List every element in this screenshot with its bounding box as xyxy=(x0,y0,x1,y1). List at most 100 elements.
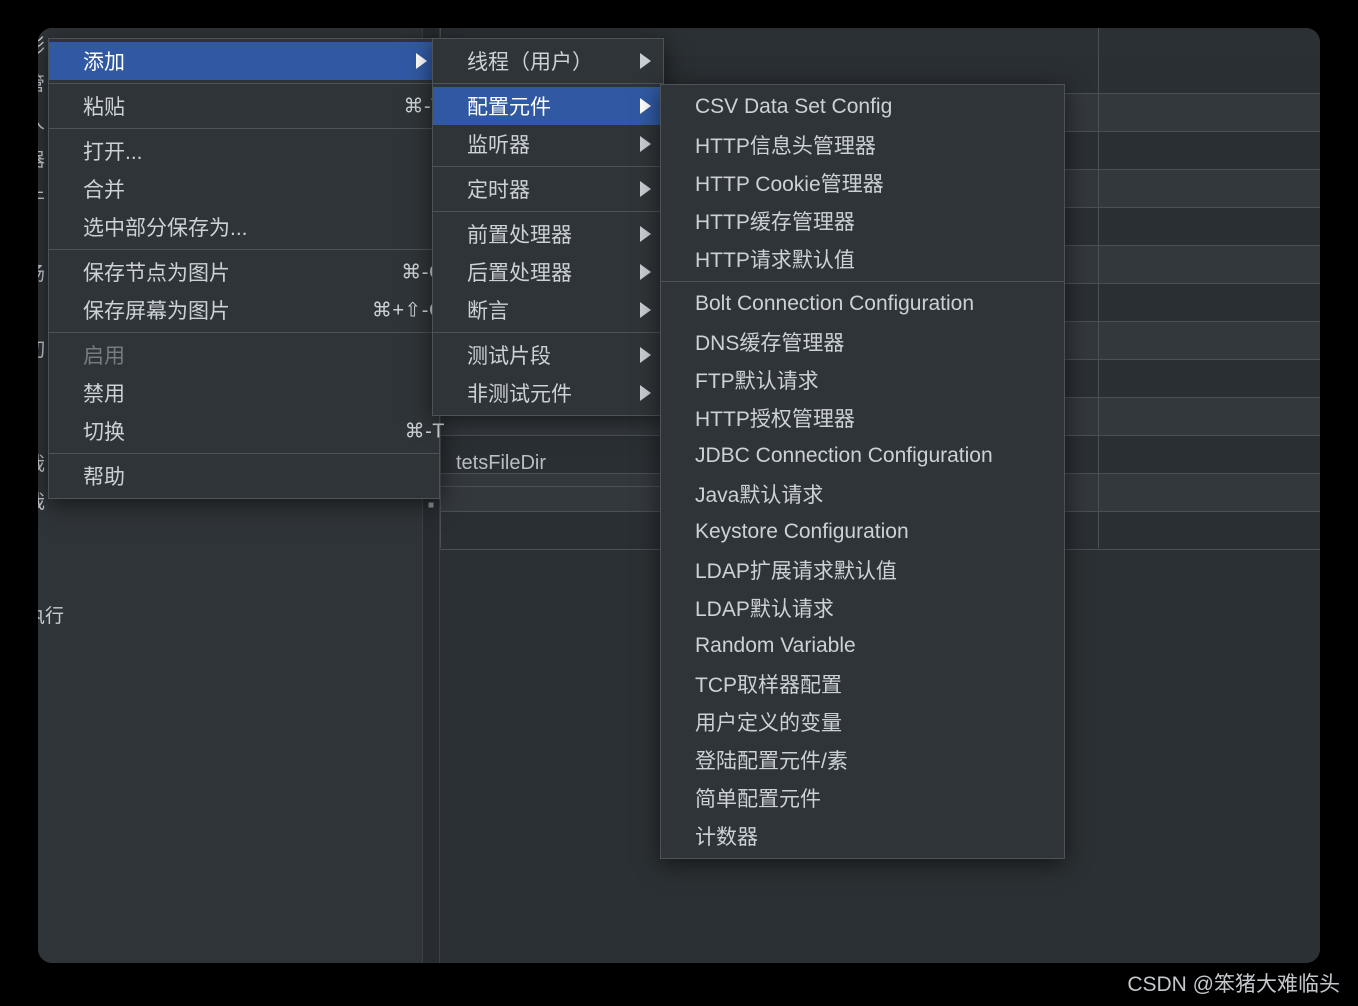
config-submenu-item[interactable]: LDAP默认请求 xyxy=(661,589,1064,627)
context-menu-item-label: 切换 xyxy=(83,421,125,444)
tree-row[interactable] xyxy=(38,674,422,712)
config-submenu-item[interactable]: LDAP扩展请求默认值 xyxy=(661,551,1064,589)
context-menu-item-label: 选中部分保存为... xyxy=(83,217,248,240)
config-submenu-item-label: TCP取样器配置 xyxy=(695,674,842,697)
context-menu-item[interactable]: 添加 xyxy=(49,42,439,80)
add-submenu-item[interactable]: 断言 xyxy=(433,291,663,329)
tree-row-label: 汤 xyxy=(38,256,45,294)
tree-row-label: 切 xyxy=(38,332,45,370)
config-submenu-item[interactable]: 用户定义的变量 xyxy=(661,703,1064,741)
config-submenu-item-label: JDBC Connection Configuration xyxy=(695,444,993,467)
config-submenu-item-label: 登陆配置元件/素 xyxy=(695,750,848,773)
chevron-right-icon xyxy=(640,385,651,401)
context-menu[interactable]: 添加 粘贴 ⌘-V 打开... 合并 选中部分保存为... 保存节点为图片 ⌘-G 保存屏幕为图… xyxy=(48,38,445,499)
config-submenu-item[interactable]: HTTP Cookie管理器 xyxy=(661,164,1064,202)
chevron-right-icon xyxy=(640,98,651,114)
config-submenu-item[interactable]: JDBC Connection Configuration xyxy=(661,437,1064,475)
tree-row[interactable] xyxy=(38,636,422,674)
add-submenu-separator xyxy=(433,332,663,333)
config-submenu-item[interactable]: HTTP授权管理器 xyxy=(661,399,1064,437)
context-menu-item[interactable]: 打开... xyxy=(49,132,439,170)
add-submenu[interactable]: 线程（用户） 配置元件监听器定时器前置处理器后置处理器断言测试片段非测试元件 xyxy=(432,38,664,416)
context-menu-separator xyxy=(49,453,439,454)
config-submenu-item-label: 简单配置元件 xyxy=(695,788,821,811)
config-submenu-item-label: DNS缓存管理器 xyxy=(695,332,845,355)
config-submenu-item-label: LDAP扩展请求默认值 xyxy=(695,560,897,583)
context-menu-item[interactable]: 保存节点为图片 ⌘-G xyxy=(49,253,445,291)
context-menu-item[interactable]: 选中部分保存为... xyxy=(49,208,439,246)
add-submenu-item-label: 后置处理器 xyxy=(467,262,572,285)
config-submenu-item-label: HTTP Cookie管理器 xyxy=(695,173,884,196)
context-menu-item-label: 打开... xyxy=(83,141,143,164)
add-submenu-item[interactable]: 非测试元件 xyxy=(433,374,663,412)
chevron-right-icon xyxy=(640,264,651,280)
context-menu-item-label: 帮助 xyxy=(83,466,125,489)
config-submenu-item-label: FTP默认请求 xyxy=(695,370,819,393)
tree-row[interactable]: 执行 xyxy=(38,598,422,636)
config-submenu-item-label: HTTP请求默认值 xyxy=(695,249,855,272)
context-menu-item[interactable]: 帮助 xyxy=(49,457,439,495)
add-submenu-item-label: 线程（用户） xyxy=(467,51,593,74)
context-menu-item[interactable]: 切换 ⌘-T xyxy=(49,412,444,450)
config-submenu-item[interactable]: 登陆配置元件/素 xyxy=(661,741,1064,779)
context-menu-item-label: 合并 xyxy=(83,179,125,202)
add-submenu-item-label: 非测试元件 xyxy=(467,383,572,406)
context-menu-item-label: 保存节点为图片 xyxy=(83,262,230,285)
config-submenu-item[interactable]: CSV Data Set Config xyxy=(661,88,1064,126)
config-submenu-item[interactable]: 简单配置元件 xyxy=(661,779,1064,817)
context-menu-item-label: 禁用 xyxy=(83,383,125,406)
config-submenu-item[interactable]: DNS缓存管理器 xyxy=(661,323,1064,361)
add-submenu-item-label: 测试片段 xyxy=(467,345,551,368)
context-menu-item-label: 启用 xyxy=(83,345,125,368)
config-submenu-item-label: 计数器 xyxy=(695,826,758,849)
config-submenu-item-label: HTTP授权管理器 xyxy=(695,408,855,431)
chevron-right-icon xyxy=(640,226,651,242)
context-menu-item-shortcut: ⌘-T xyxy=(404,420,445,443)
tree-row-label: 影 xyxy=(38,28,45,66)
config-submenu-item[interactable]: Java默认请求 xyxy=(661,475,1064,513)
context-menu-item[interactable]: 禁用 xyxy=(49,374,439,412)
add-submenu-item-label: 配置元件 xyxy=(467,96,551,119)
config-submenu-item[interactable]: HTTP信息头管理器 xyxy=(661,126,1064,164)
context-menu-separator xyxy=(49,83,439,84)
context-menu-item[interactable]: 保存屏幕为图片 ⌘+⇧-G xyxy=(49,291,444,329)
tree-row[interactable] xyxy=(38,522,422,560)
chevron-right-icon xyxy=(640,347,651,363)
add-submenu-item-label: 断言 xyxy=(467,300,509,323)
chevron-right-icon xyxy=(416,53,427,69)
add-submenu-item[interactable]: 前置处理器 xyxy=(433,215,663,253)
add-submenu-item[interactable]: 测试片段 xyxy=(433,336,663,374)
config-submenu-item[interactable]: Bolt Connection Configuration xyxy=(661,285,1064,323)
config-submenu-item-label: Java默认请求 xyxy=(695,484,824,507)
chevron-right-icon xyxy=(640,302,651,318)
add-submenu-item[interactable]: 线程（用户） xyxy=(433,42,663,80)
context-menu-item[interactable]: 合并 xyxy=(49,170,439,208)
config-submenu-item[interactable]: HTTP请求默认值 xyxy=(661,240,1064,278)
tree-row[interactable] xyxy=(38,712,422,750)
tree-row[interactable] xyxy=(38,560,422,598)
chevron-right-icon xyxy=(640,181,651,197)
config-submenu-item[interactable]: FTP默认请求 xyxy=(661,361,1064,399)
add-submenu-item-label: 监听器 xyxy=(467,134,530,157)
config-submenu-item-label: CSV Data Set Config xyxy=(695,95,893,118)
add-submenu-item[interactable]: 后置处理器 xyxy=(433,253,663,291)
chevron-right-icon xyxy=(640,53,651,69)
add-submenu-item[interactable]: 配置元件 xyxy=(433,87,663,125)
config-submenu-item[interactable]: Keystore Configuration xyxy=(661,513,1064,551)
add-submenu-item-label: 前置处理器 xyxy=(467,224,572,247)
context-menu-item-label: 保存屏幕为图片 xyxy=(83,300,230,323)
chevron-right-icon xyxy=(640,136,651,152)
config-submenu-item[interactable]: TCP取样器配置 xyxy=(661,665,1064,703)
config-submenu-separator xyxy=(661,281,1064,282)
config-submenu-item[interactable]: Random Variable xyxy=(661,627,1064,665)
add-submenu-item[interactable]: 监听器 xyxy=(433,125,663,163)
config-element-submenu[interactable]: CSV Data Set Config HTTP信息头管理器 HTTP Cookie… xyxy=(660,84,1065,859)
config-submenu-item[interactable]: HTTP缓存管理器 xyxy=(661,202,1064,240)
config-submenu-item-label: Bolt Connection Configuration xyxy=(695,292,975,315)
add-submenu-item[interactable]: 定时器 xyxy=(433,170,663,208)
context-menu-item: 启用 xyxy=(49,336,439,374)
config-submenu-item[interactable]: 计数器 xyxy=(661,817,1064,855)
tree-row-label: 执行 xyxy=(38,606,65,627)
config-submenu-item-label: LDAP默认请求 xyxy=(695,598,834,621)
context-menu-item[interactable]: 粘贴 ⌘-V xyxy=(49,87,445,125)
